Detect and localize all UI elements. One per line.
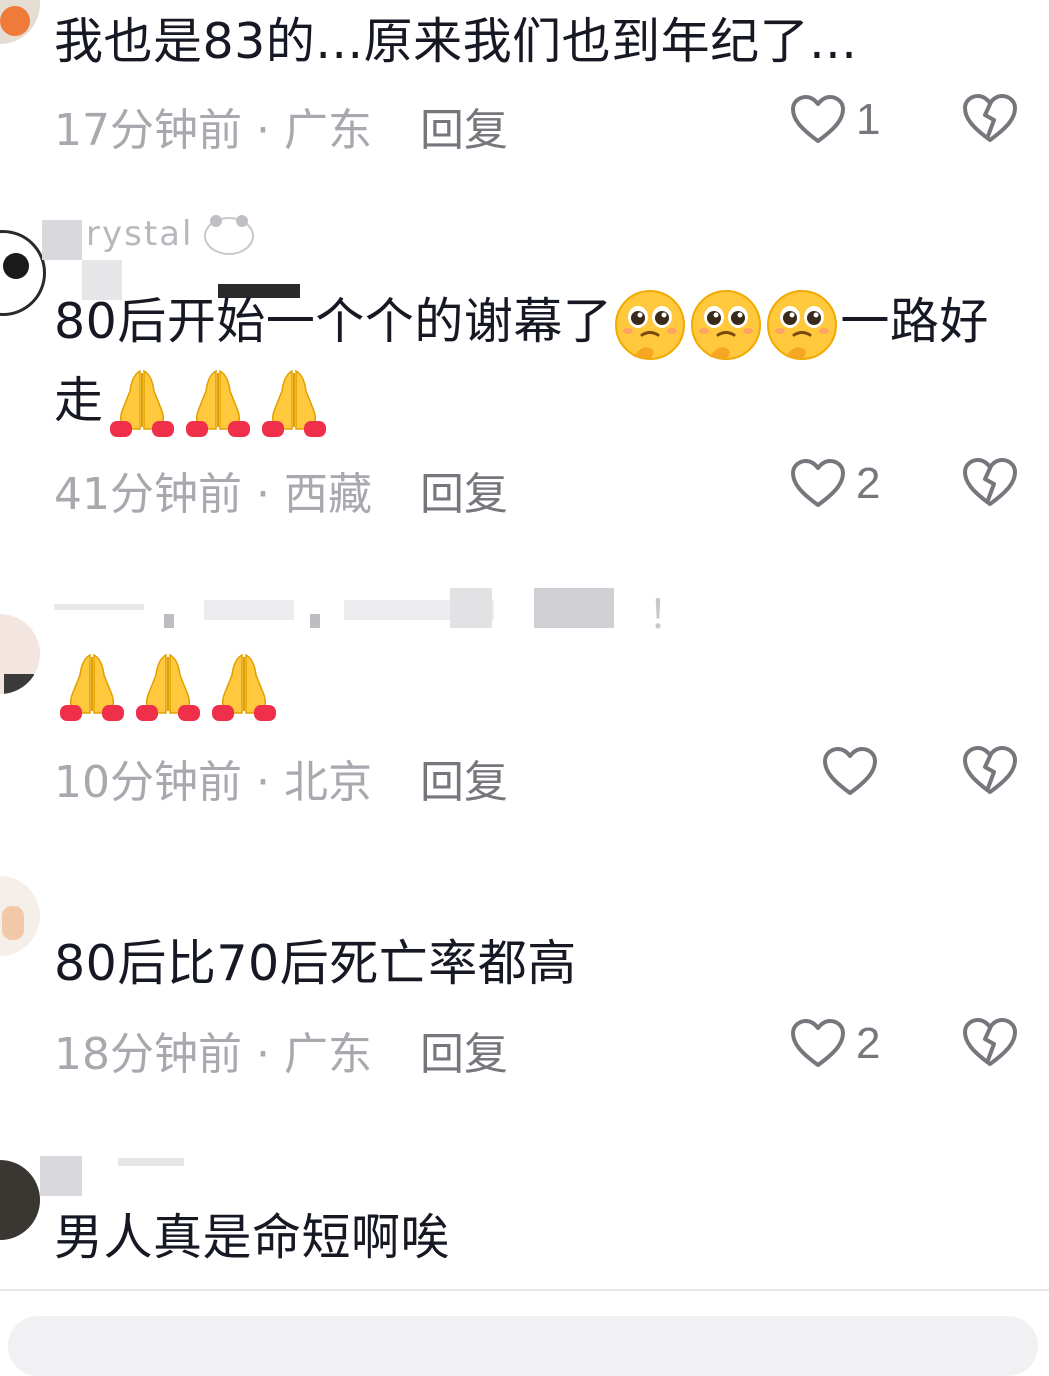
folded-hands-icon [180, 365, 256, 441]
partial-comment-text: ！ [54, 574, 694, 638]
avatar[interactable] [0, 0, 40, 44]
like-count: 2 [856, 1019, 881, 1068]
meta-separator: · [242, 105, 284, 156]
avatar[interactable] [0, 614, 40, 694]
reply-button[interactable]: 回复 [420, 1018, 508, 1082]
folded-hands-icon [54, 649, 130, 725]
text-mosaic [54, 604, 144, 610]
broken-heart-icon[interactable] [962, 742, 1018, 798]
comment-text: 80后比70后死亡率都高 [54, 935, 577, 992]
avatar[interactable] [0, 230, 46, 316]
like-count: 2 [856, 459, 881, 508]
comment-meta: 17分钟前 · 广东 [54, 94, 372, 158]
username-fragment: rystal [86, 214, 194, 254]
folded-hands-icon [104, 365, 180, 441]
broken-heart-icon[interactable] [962, 454, 1018, 510]
reply-button[interactable]: 回复 [420, 94, 508, 158]
comment-meta: 10分钟前 · 北京 [54, 746, 372, 810]
username-mosaic [40, 1156, 82, 1196]
username-mosaic [118, 1158, 184, 1166]
folded-hands-icon [130, 649, 206, 725]
pleading-face-icon [688, 287, 764, 363]
text-mosaic [164, 614, 174, 628]
username[interactable]: rystal [42, 214, 300, 300]
partial-text-punctuation: ！ [648, 592, 688, 638]
pleading-face-icon [612, 287, 688, 363]
text-mosaic [310, 614, 320, 628]
comment-meta: 18分钟前 · 广东 [54, 1018, 372, 1082]
comment-text: 男人真是命短啊唉 [54, 1209, 451, 1266]
heart-icon [790, 94, 846, 146]
panda-emoji-icon [204, 214, 255, 255]
pleading-face-icon [764, 287, 840, 363]
comment-location: 西藏 [283, 469, 372, 520]
text-mosaic [204, 600, 294, 620]
heart-icon [790, 1018, 846, 1070]
comment-location: 北京 [283, 757, 372, 808]
comment-time: 17分钟前 [54, 105, 242, 156]
reply-button[interactable]: 回复 [420, 458, 508, 522]
comment-text-part: 一路好 [840, 293, 989, 350]
heart-icon [790, 458, 846, 510]
broken-heart-icon[interactable] [962, 1014, 1018, 1070]
meta-separator: · [242, 469, 284, 520]
comment-time: 41分钟前 [54, 469, 242, 520]
comment-text [54, 646, 1029, 725]
like-count: 1 [856, 95, 881, 144]
meta-separator: · [242, 757, 284, 808]
heart-icon [822, 746, 878, 798]
comment-text: 80后开始一个个的谢幕了 一路好走 [54, 284, 1029, 441]
like-button[interactable]: 1 [790, 90, 880, 150]
folded-hands-icon [256, 365, 332, 441]
divider [0, 1289, 1049, 1291]
username-mosaic [42, 220, 82, 260]
comment-text: 我也是83的...原来我们也到年纪了... [54, 13, 858, 70]
comment-text-part: 80后开始一个个的谢幕了 [54, 293, 613, 350]
like-button[interactable]: 2 [790, 454, 880, 514]
text-mosaic [450, 588, 492, 628]
comment-time: 18分钟前 [54, 1029, 242, 1080]
like-button[interactable] [822, 742, 888, 802]
comment-text-part: 走 [54, 371, 104, 429]
text-mosaic [534, 588, 614, 628]
comment-location: 广东 [283, 105, 372, 156]
avatar[interactable] [0, 1160, 40, 1240]
comment-time: 10分钟前 [54, 757, 242, 808]
reply-button[interactable]: 回复 [420, 746, 508, 810]
folded-hands-icon [206, 649, 282, 725]
comment-location: 广东 [283, 1029, 372, 1080]
comment-meta: 41分钟前 · 西藏 [54, 458, 372, 522]
comment-input-bar[interactable] [8, 1316, 1038, 1376]
avatar[interactable] [0, 876, 40, 956]
meta-separator: · [242, 1029, 284, 1080]
broken-heart-icon[interactable] [962, 90, 1018, 146]
like-button[interactable]: 2 [790, 1014, 880, 1074]
